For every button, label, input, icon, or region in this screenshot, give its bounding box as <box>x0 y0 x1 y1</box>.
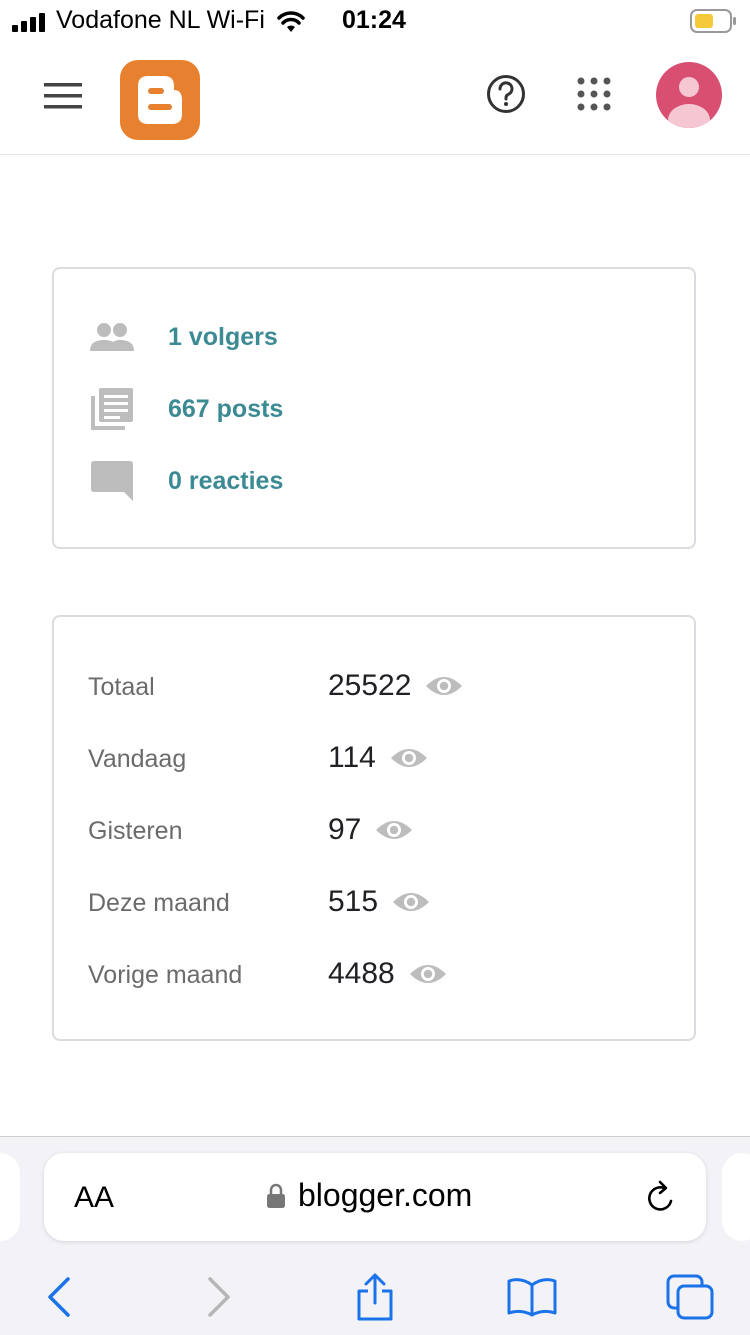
help-icon[interactable] <box>486 74 526 114</box>
next-tab-preview[interactable] <box>722 1153 750 1241</box>
posts-icon <box>88 385 136 433</box>
browser-toolbar: AA blogger.com <box>0 1136 750 1335</box>
share-icon <box>357 1273 393 1321</box>
forward-button[interactable] <box>190 1267 250 1327</box>
back-button[interactable] <box>28 1267 88 1327</box>
previous-tab-preview[interactable] <box>0 1153 20 1241</box>
chevron-left-icon <box>48 1277 70 1317</box>
status-bar: Vodafone NL Wi-Fi 01:24 <box>0 0 750 44</box>
views-value: 515 <box>328 885 379 918</box>
eye-icon <box>409 965 446 983</box>
followers-link[interactable]: 1 volgers <box>168 323 278 352</box>
views-value: 25522 <box>328 669 412 702</box>
page-views-card: Totaal 25522 Vandaag 114 Gisteren 97 Dez… <box>52 615 696 1041</box>
views-value: 97 <box>328 813 362 846</box>
apps-grid-icon[interactable] <box>576 76 612 112</box>
clock: 01:24 <box>342 6 406 34</box>
text-size-button[interactable]: AA <box>74 1181 114 1215</box>
views-row-total: Totaal 25522 <box>88 665 648 715</box>
views-row-yesterday: Gisteren 97 <box>88 809 648 859</box>
blog-stats-card: 1 volgers 667 posts 0 reacties <box>52 267 696 549</box>
tabs-icon <box>666 1274 714 1320</box>
chevron-right-icon <box>208 1277 230 1317</box>
views-row-today: Vandaag 114 <box>88 737 648 787</box>
eye-icon <box>376 821 413 839</box>
comments-link[interactable]: 0 reacties <box>168 467 283 496</box>
followers-row[interactable]: 1 volgers <box>88 309 278 365</box>
comment-icon <box>88 457 136 505</box>
reload-icon[interactable] <box>644 1179 678 1215</box>
views-label: Gisteren <box>88 817 183 845</box>
views-row-this-month: Deze maand 515 <box>88 881 648 931</box>
eye-icon <box>390 749 427 767</box>
posts-link[interactable]: 667 posts <box>168 395 283 424</box>
carrier-label: Vodafone NL Wi-Fi <box>56 6 265 34</box>
posts-row[interactable]: 667 posts <box>88 381 283 437</box>
eye-icon <box>426 677 463 695</box>
wifi-icon <box>277 11 305 32</box>
people-icon <box>88 313 136 361</box>
menu-icon[interactable] <box>44 82 82 110</box>
signal-icon <box>12 13 45 32</box>
text-size-label: AA <box>74 1181 115 1214</box>
account-avatar[interactable] <box>656 62 722 128</box>
book-icon <box>507 1278 557 1317</box>
views-label: Vandaag <box>88 745 187 773</box>
share-button[interactable] <box>345 1267 405 1327</box>
views-label: Deze maand <box>88 889 230 917</box>
url-text: blogger.com <box>298 1177 473 1213</box>
blogger-logo[interactable] <box>120 60 200 140</box>
lock-icon <box>267 1183 285 1208</box>
views-row-last-month: Vorige maand 4488 <box>88 953 648 1003</box>
address-bar[interactable]: AA blogger.com <box>44 1153 706 1241</box>
battery-icon <box>690 9 736 33</box>
views-label: Vorige maand <box>88 961 243 989</box>
views-value: 4488 <box>328 957 395 990</box>
comments-row[interactable]: 0 reacties <box>88 453 283 509</box>
tabs-button[interactable] <box>660 1267 720 1327</box>
app-header <box>0 44 750 155</box>
views-label: Totaal <box>88 673 155 701</box>
bookmarks-button[interactable] <box>502 1267 562 1327</box>
views-value: 114 <box>328 741 376 774</box>
eye-icon <box>393 893 430 911</box>
